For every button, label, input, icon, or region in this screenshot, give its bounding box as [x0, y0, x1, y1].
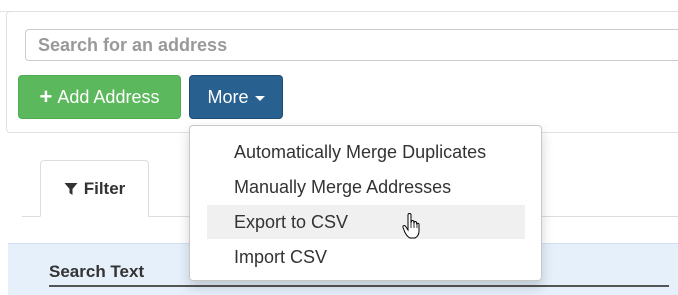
menu-item-manual-merge[interactable]: Manually Merge Addresses: [207, 170, 525, 204]
plus-icon: +: [39, 84, 53, 109]
add-address-button[interactable]: + Add Address: [18, 75, 181, 119]
caret-down-icon: [254, 95, 265, 101]
menu-item-export-csv[interactable]: Export to CSV: [207, 205, 525, 239]
menu-item-auto-merge[interactable]: Automatically Merge Duplicates: [207, 135, 525, 169]
menu-item-label: Automatically Merge Duplicates: [234, 141, 487, 162]
more-label: More: [207, 86, 249, 107]
search-text-divider: [49, 285, 669, 287]
menu-item-label: Export to CSV: [234, 211, 349, 232]
menu-item-import-csv[interactable]: Import CSV: [207, 240, 525, 274]
more-dropdown-menu: Automatically Merge Duplicates Manually …: [189, 125, 542, 281]
tab-filter-label: Filter: [83, 178, 126, 198]
filter-icon: [64, 182, 78, 195]
add-address-label: Add Address: [57, 86, 160, 107]
tab-filter[interactable]: Filter: [40, 160, 149, 217]
hand-pointer-icon: [402, 213, 420, 239]
search-text-label: Search Text: [49, 262, 145, 281]
menu-item-label: Manually Merge Addresses: [234, 176, 452, 197]
search-input[interactable]: [25, 29, 678, 61]
menu-item-label: Import CSV: [234, 246, 328, 267]
more-dropdown-button[interactable]: More: [189, 75, 283, 119]
